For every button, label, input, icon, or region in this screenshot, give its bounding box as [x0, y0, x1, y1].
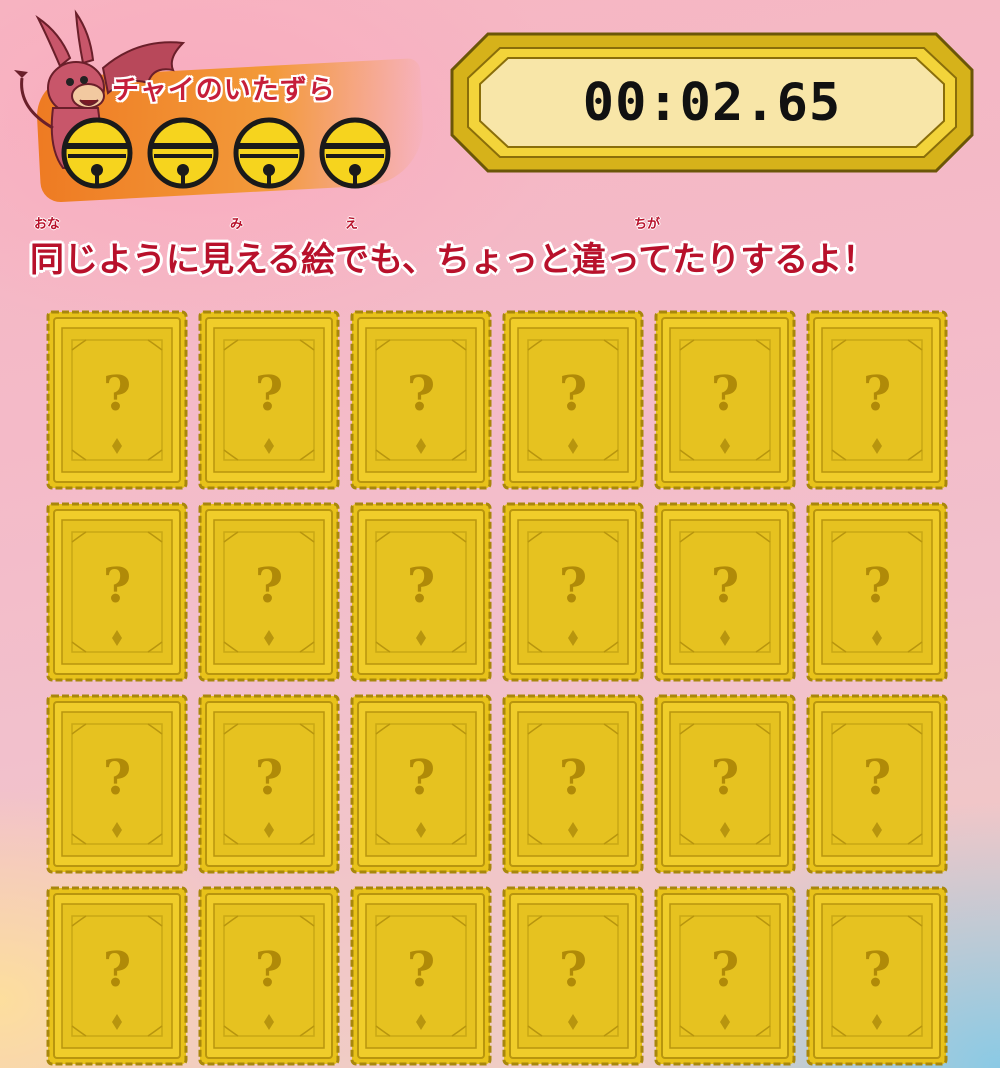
instruction-text: 同じように見える絵でも、ちょっと違ってたりするよ！	[30, 240, 877, 280]
memory-card[interactable]: ?	[654, 502, 796, 682]
memory-card[interactable]: ?	[806, 694, 948, 874]
question-mark-icon: ?	[862, 750, 892, 806]
question-mark-icon: ?	[558, 942, 588, 998]
memory-card[interactable]: ?	[654, 694, 796, 874]
memory-card[interactable]: ?	[198, 310, 340, 490]
bell-icon	[61, 117, 133, 189]
question-mark-icon: ?	[710, 750, 740, 806]
question-mark-icon: ?	[558, 750, 588, 806]
memory-card[interactable]: ?	[198, 502, 340, 682]
question-mark-icon: ?	[558, 558, 588, 614]
question-mark-icon: ?	[558, 366, 588, 422]
game-logo: チャイのいたずら	[8, 8, 428, 203]
memory-card[interactable]: ?	[350, 694, 492, 874]
question-mark-icon: ?	[254, 366, 284, 422]
memory-card[interactable]: ?	[502, 310, 644, 490]
memory-card[interactable]: ?	[46, 310, 188, 490]
ruby-mi: み	[230, 217, 244, 232]
question-mark-icon: ?	[710, 366, 740, 422]
memory-card[interactable]: ?	[502, 502, 644, 682]
question-mark-icon: ?	[406, 750, 436, 806]
memory-card[interactable]: ?	[350, 310, 492, 490]
memory-card[interactable]: ?	[654, 886, 796, 1066]
question-mark-icon: ?	[102, 366, 132, 422]
memory-card[interactable]: ?	[46, 502, 188, 682]
memory-card[interactable]: ?	[806, 502, 948, 682]
question-mark-icon: ?	[102, 558, 132, 614]
memory-card[interactable]: ?	[350, 502, 492, 682]
memory-card[interactable]: ?	[198, 886, 340, 1066]
memory-card[interactable]: ?	[502, 694, 644, 874]
memory-card[interactable]: ?	[46, 886, 188, 1066]
memory-card[interactable]: ?	[46, 694, 188, 874]
question-mark-icon: ?	[406, 558, 436, 614]
question-mark-icon: ?	[254, 558, 284, 614]
question-mark-icon: ?	[254, 750, 284, 806]
question-mark-icon: ?	[102, 942, 132, 998]
card-grid: ? ? ? ? ? ? ? ? ? ? ? ? ? ? ? ? ? ? ? ? …	[46, 310, 948, 1066]
ruby-ona: おな	[34, 217, 61, 232]
bell-row	[60, 116, 392, 190]
bell-icon	[233, 117, 305, 189]
ruby-chiga: ちが	[634, 217, 661, 232]
bell-icon	[319, 117, 391, 189]
question-mark-icon: ?	[406, 366, 436, 422]
memory-card[interactable]: ?	[806, 886, 948, 1066]
memory-card[interactable]: ?	[350, 886, 492, 1066]
bell-icon	[147, 117, 219, 189]
timer-display: 00:02.65	[448, 30, 976, 175]
ruby-e: え	[345, 217, 359, 232]
question-mark-icon: ?	[710, 942, 740, 998]
question-mark-icon: ?	[862, 942, 892, 998]
memory-card[interactable]: ?	[198, 694, 340, 874]
logo-title: チャイのいたずら	[112, 75, 336, 106]
memory-card[interactable]: ?	[654, 310, 796, 490]
timer-value: 00:02.65	[582, 72, 842, 133]
question-mark-icon: ?	[710, 558, 740, 614]
question-mark-icon: ?	[862, 558, 892, 614]
question-mark-icon: ?	[254, 942, 284, 998]
question-mark-icon: ?	[862, 366, 892, 422]
memory-card[interactable]: ?	[502, 886, 644, 1066]
question-mark-icon: ?	[406, 942, 436, 998]
question-mark-icon: ?	[102, 750, 132, 806]
memory-card[interactable]: ?	[806, 310, 948, 490]
